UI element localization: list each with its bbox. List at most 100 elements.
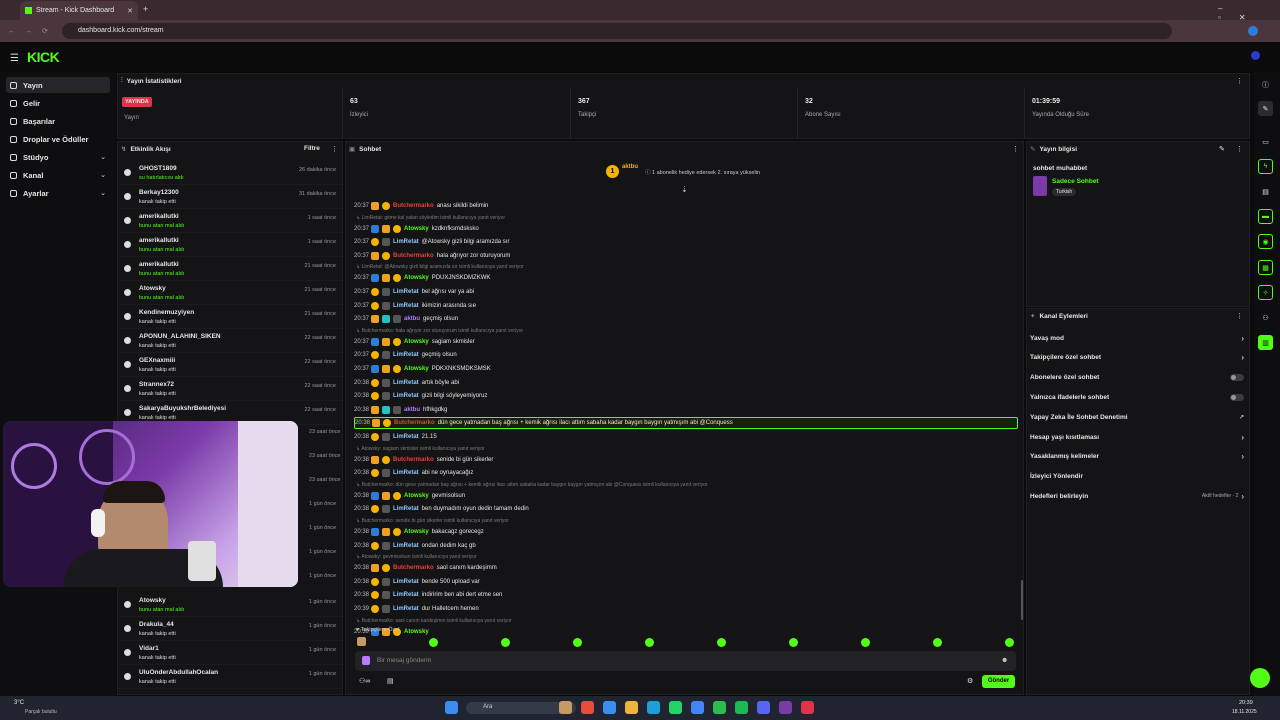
chat-username[interactable]: LimRetat [393, 606, 419, 612]
more-icon[interactable]: ⋮ [1236, 145, 1243, 153]
chat-message[interactable]: 20:38 LimRetat ben duymadım oyun dedin tam… [354, 503, 1018, 515]
activity-item[interactable]: Berkay12300 kanalı takip etti 31 dakika ön… [118, 185, 342, 209]
taskbar-app-icon[interactable] [647, 701, 660, 714]
support-chat-button[interactable] [1250, 668, 1270, 688]
chat-username[interactable]: LimRetat [393, 592, 419, 598]
sidebar-item-kanal[interactable]: Kanal ⌄ [6, 167, 110, 183]
chat-message[interactable]: 20:37 Atowsky sagiam skmisler [354, 336, 1018, 348]
taskbar-app-icon[interactable] [603, 701, 616, 714]
channel-action-item[interactable]: Yavaş mod › [1030, 330, 1244, 346]
emote-icon[interactable] [933, 638, 942, 647]
activity-item[interactable]: amerikallutki bunu atan mal aldı 1 saat ön… [118, 233, 342, 257]
chat-username[interactable]: LimRetat [393, 393, 419, 399]
chat-message[interactable]: 20:37 LimRetat geçmiş olsun [354, 349, 1018, 361]
channel-action-item[interactable]: Hesap yaşı kısıtlaması › [1030, 429, 1244, 445]
chat-message[interactable]: 20:38 LimRetat gizli bilgi söyleyemiyoruz [354, 390, 1018, 402]
taskbar-app-icon[interactable] [801, 701, 814, 714]
chat-username[interactable]: LimRetat [393, 579, 419, 585]
broadcast-icon[interactable]: ◉ [1258, 234, 1273, 249]
more-icon[interactable]: ⋮ [1012, 145, 1019, 153]
chat-message[interactable]: 20:38 LimRetat ondan dedim kaç gb [354, 540, 1018, 552]
emote-icon[interactable] [645, 638, 654, 647]
chat-username[interactable]: Butchermarko [393, 457, 434, 463]
profile-avatar[interactable] [1248, 26, 1258, 36]
more-icon[interactable]: ⋮ [1236, 312, 1243, 320]
emote-icon[interactable] [789, 638, 798, 647]
chat-message[interactable]: 20:37 LimRetat bel ağrısı var ya abi [354, 286, 1018, 298]
stream-tag[interactable]: Turkish [1052, 188, 1077, 196]
chat-message[interactable]: 20:37 Butchermarko anası sikildi belimin [354, 200, 1018, 212]
sidebar-item-ayarlar[interactable]: Ayarlar ⌄ [6, 185, 110, 201]
edit-icon[interactable]: ✎ [1258, 101, 1273, 116]
send-button[interactable]: Gönder [982, 675, 1015, 688]
chat-username[interactable]: LimRetat [393, 434, 419, 440]
lightning-icon[interactable]: ϟ [1258, 159, 1273, 174]
chat-message[interactable]: 20:39 LimRetat dur Halletcem hemen [354, 603, 1018, 615]
chat-username[interactable]: LimRetat [393, 289, 419, 295]
browser-tab[interactable]: Stream - Kick Dashboard ✕ [20, 1, 138, 20]
chat-message[interactable]: 20:38 Butchermarko dün gece yatmadan baş a… [354, 417, 1018, 430]
chat-username[interactable]: LimRetat [393, 470, 419, 476]
activity-item[interactable]: GHOST1809 su hatırlatıcısı aldı 26 dakika … [118, 161, 342, 185]
emote-icon[interactable] [429, 638, 438, 647]
chat-message[interactable]: 20:37 aktbu geçmiş olsun [354, 313, 1018, 325]
sidebar-item-yayin[interactable]: Yayın [6, 77, 110, 93]
activity-item[interactable]: Vidar1 kanalı takip etti 1 gün önce [118, 641, 342, 665]
sidebar-item-droplar[interactable]: Droplar ve Ödüller [6, 131, 110, 147]
chat-username[interactable]: Butchermarko [393, 203, 434, 209]
chat-icon[interactable]: ▬ [1258, 209, 1273, 224]
channel-action-item[interactable]: Yapay Zeka İle Sohbet Denetimi ↗ [1030, 409, 1244, 425]
more-icon[interactable]: ⋮ [331, 145, 338, 153]
sidebar-item-gelir[interactable]: Gelir [6, 95, 110, 111]
chat-message[interactable]: 20:38 Atowsky gevmisolsun [354, 490, 1018, 502]
chat-username[interactable]: Butchermarko [393, 565, 434, 571]
chat-message[interactable]: 20:37 Atowsky PDUXJNSKDMZKWK [354, 272, 1018, 284]
chat-username[interactable]: Butchermarko [393, 253, 434, 259]
mic-icon[interactable] [362, 656, 370, 665]
chat-username[interactable]: Atowsky [404, 339, 429, 345]
chat-input-placeholder[interactable]: Bir mesaj gönderin [377, 657, 431, 664]
chat-input-box[interactable] [355, 651, 1016, 671]
chat-message[interactable]: 20:38 LimRetat bende 500 upload var [354, 576, 1018, 588]
address-bar[interactable]: dashboard.kick.com/stream [62, 23, 1172, 39]
weather-text[interactable]: Parçalı bulutlu [25, 709, 57, 715]
clock-date[interactable]: 18.11.2025 [1232, 709, 1257, 715]
channel-action-item[interactable]: İzleyici Yönlendir [1030, 469, 1244, 485]
chat-username[interactable]: Atowsky [404, 366, 429, 372]
chat-message[interactable]: 20:39 Atowsky [354, 626, 1018, 638]
chat-message[interactable]: 20:38 Atowsky bakacagz gorecegz [354, 526, 1018, 538]
weather-temp[interactable]: 3°C [14, 700, 24, 706]
emoji-icon[interactable]: ☻ [1001, 657, 1008, 664]
taskbar-app-icon[interactable] [625, 701, 638, 714]
scroll-down-icon[interactable]: ⇣ [681, 185, 688, 194]
toggle-switch[interactable] [1230, 393, 1244, 401]
chat-username[interactable]: aktbu [404, 316, 420, 322]
taskbar-app-icon[interactable] [581, 701, 594, 714]
activity-item[interactable]: GEXnaxmiii kanalı takip etti 22 saat önce [118, 353, 342, 377]
channel-action-item[interactable]: Takipçilere özel sohbet › [1030, 350, 1244, 366]
activity-item[interactable]: Drakula_44 kanalı takip etti 1 gün önce [118, 617, 342, 641]
kick-logo[interactable]: KICK [27, 49, 60, 65]
activity-item[interactable]: Kendinemuzyiyen kanalı takip etti 21 saat … [118, 305, 342, 329]
chat-message[interactable]: 20:38 Butchermarko senide bi gün sikerler [354, 454, 1018, 466]
chat-message[interactable]: 20:37 Butchermarko hala ağrıyor zor oturuy… [354, 250, 1018, 262]
info-icon[interactable]: ⓘ [1258, 77, 1273, 92]
stats-icon[interactable]: ▥ [1258, 335, 1273, 350]
channel-action-item[interactable]: Yalnızca ifadelerle sohbet [1030, 389, 1244, 405]
sidebar-item-basarilar[interactable]: Başarılar [6, 113, 110, 129]
activity-item[interactable]: amerikallutki bunu atan mal aldı 21 saat ö… [118, 257, 342, 281]
taskbar-app-icon[interactable] [691, 701, 704, 714]
category-name[interactable]: Sadece Sohbet [1052, 178, 1099, 185]
channel-action-item[interactable]: Abonelere özel sohbet [1030, 370, 1244, 386]
clock-time[interactable]: 20:39 [1239, 700, 1253, 706]
chat-message[interactable]: 20:38 aktbu hfhkgdkg [354, 404, 1018, 416]
new-tab-icon[interactable]: + [143, 4, 148, 14]
sidebar-item-studyo[interactable]: Stüdyo ⌄ [6, 149, 110, 165]
emote-chest-icon[interactable] [357, 637, 366, 646]
taskbar-app-icon[interactable] [669, 701, 682, 714]
chat-message[interactable]: 20:38 LimRetat artık böyle abi [354, 377, 1018, 389]
emote-icon[interactable] [861, 638, 870, 647]
emote-icon[interactable] [717, 638, 726, 647]
chat-username[interactable]: Atowsky [404, 629, 429, 635]
chat-username[interactable]: LimRetat [393, 239, 419, 245]
